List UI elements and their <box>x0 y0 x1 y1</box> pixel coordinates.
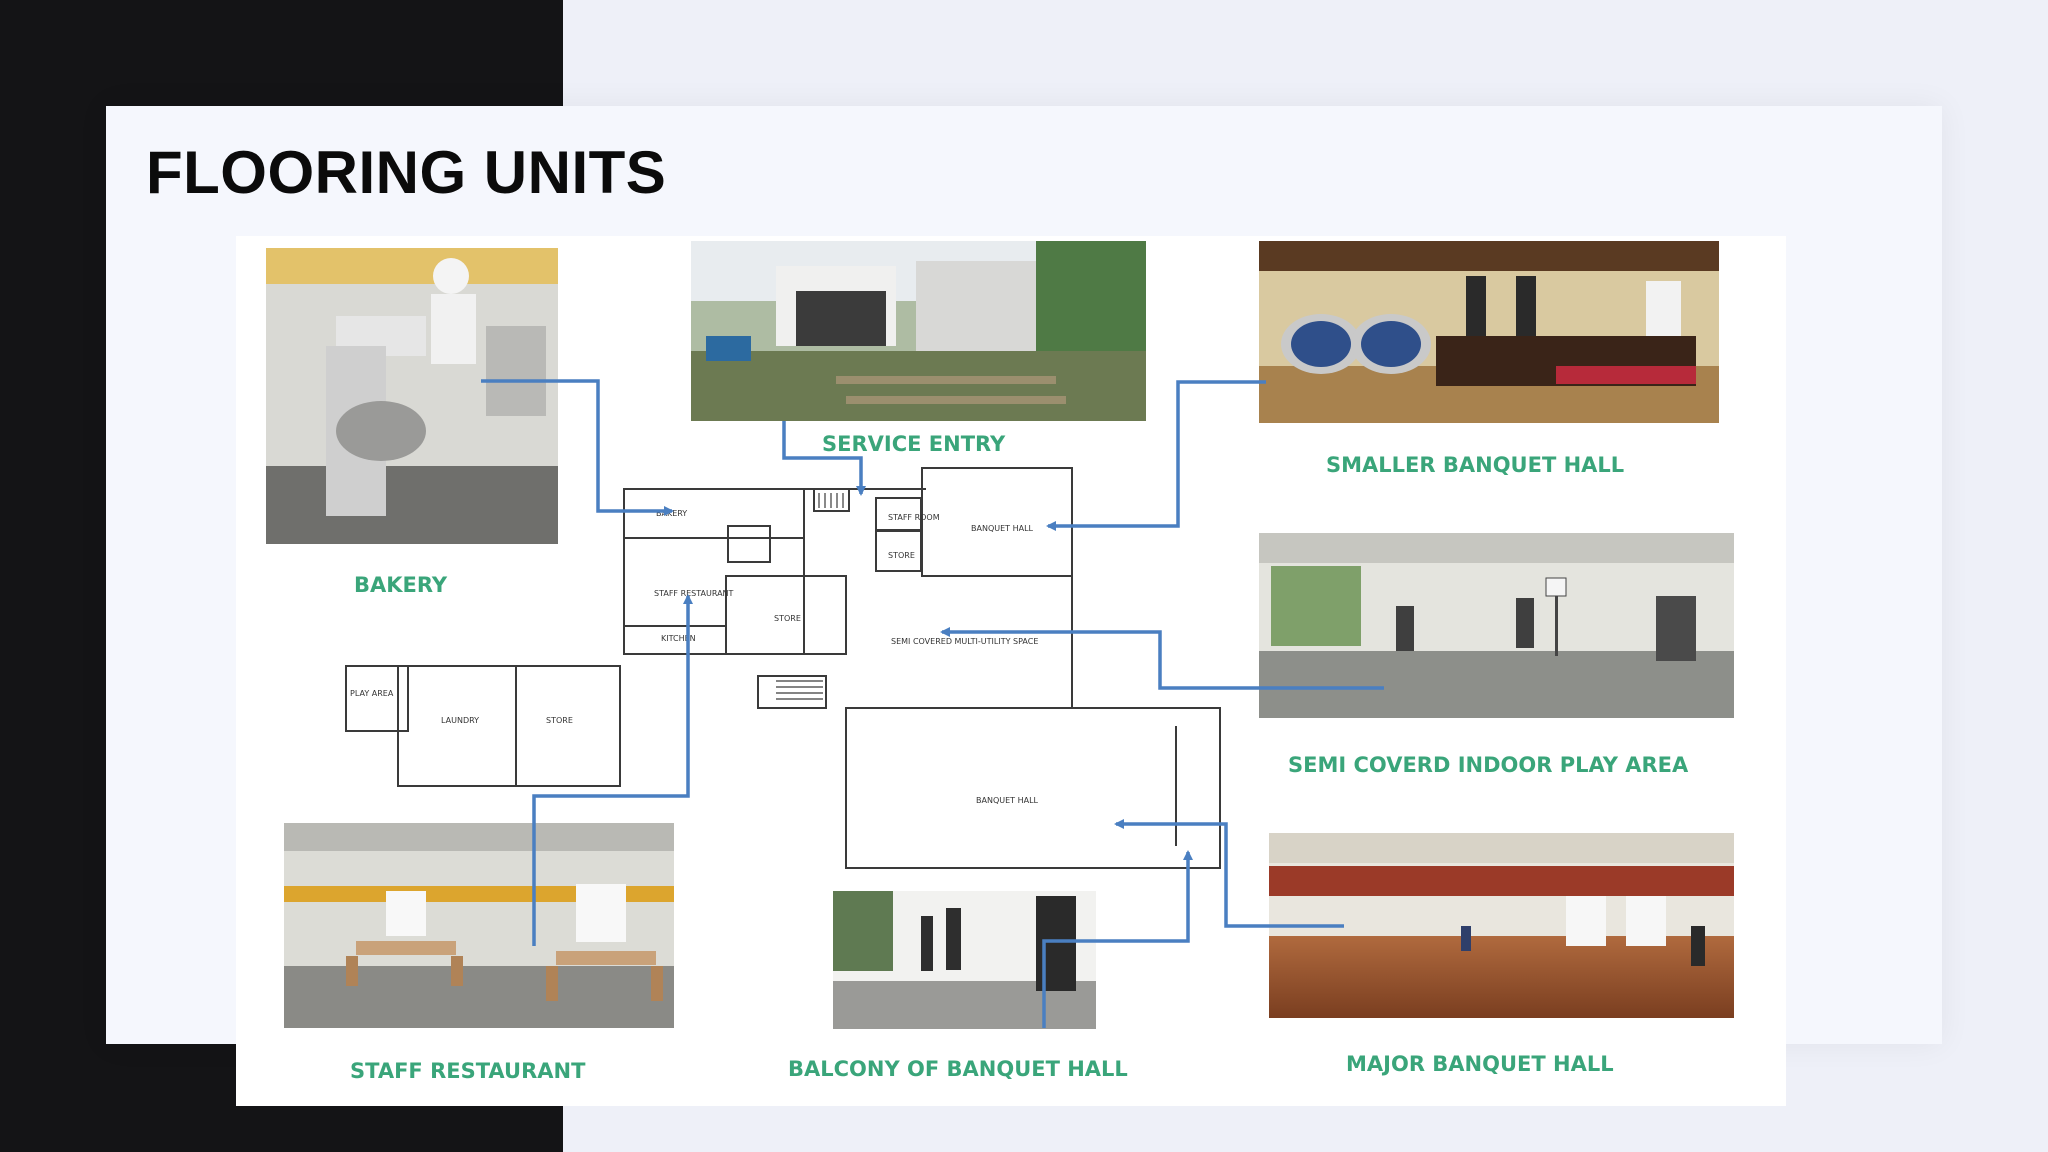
smaller-banquet-photo <box>1259 241 1719 423</box>
floor-plan-diagram: BAKERY STAFF ROOM STORE BANQUET HALL STA… <box>266 241 1734 1083</box>
floor-plan-labels: BAKERY STAFF ROOM STORE BANQUET HALL STA… <box>350 509 1039 805</box>
plan-staff-room-label: STAFF ROOM <box>888 513 940 522</box>
plan-banquet-hall-label: BANQUET HALL <box>971 524 1034 533</box>
plan-laundry-label: LAUNDRY <box>441 716 479 725</box>
plan-semi-covered-label: SEMI COVERED MULTI-UTILITY SPACE <box>891 637 1038 646</box>
major-banquet-caption: MAJOR BANQUET HALL <box>1346 1052 1614 1076</box>
plan-play-area-label: PLAY AREA <box>350 689 394 698</box>
plan-kitchen-label: KITCHEN <box>661 634 696 643</box>
semi-covered-caption: SEMI COVERD INDOOR PLAY AREA <box>1288 753 1689 777</box>
plan-store-label-2: STORE <box>546 716 573 725</box>
balcony-photo <box>833 891 1096 1029</box>
floor-plan-panel: BAKERY STAFF ROOM STORE BANQUET HALL STA… <box>236 236 1786 1106</box>
smaller-banquet-caption: SMALLER BANQUET HALL <box>1326 453 1624 477</box>
bakery-caption: BAKERY <box>354 573 448 597</box>
plan-staff-restaurant-label: STAFF RESTAURANT <box>654 589 734 598</box>
balcony-caption: BALCONY OF BANQUET HALL <box>788 1057 1128 1081</box>
plan-banquet-hall-main-label: BANQUET HALL <box>976 796 1039 805</box>
bakery-photo <box>266 248 558 544</box>
plan-store-label: STORE <box>774 614 801 623</box>
semi-covered-play-photo <box>1259 533 1734 718</box>
staff-restaurant-photo <box>284 823 674 1028</box>
service-entry-caption: SERVICE ENTRY <box>822 432 1006 456</box>
slide-title: FLOORING UNITS <box>146 139 667 206</box>
plan-store-label-small: STORE <box>888 551 915 560</box>
staff-restaurant-caption: STAFF RESTAURANT <box>350 1059 586 1083</box>
service-entry-photo <box>691 241 1146 421</box>
